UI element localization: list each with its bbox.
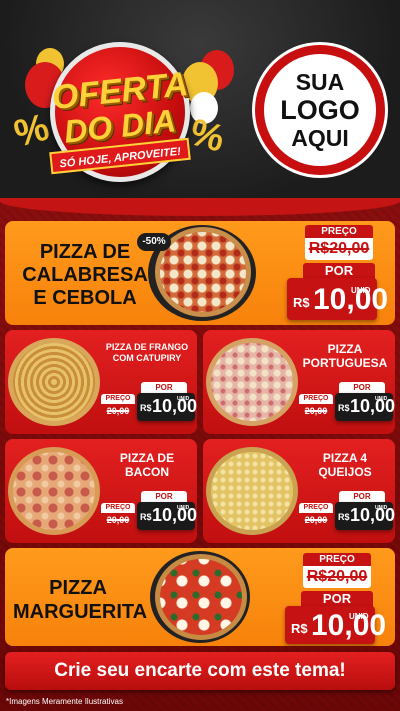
new-price: R$ 10,00 UNID bbox=[335, 502, 395, 530]
new-price: R$ 10,00 UNID bbox=[287, 278, 388, 320]
logo-text: LOGO bbox=[280, 95, 360, 125]
pizza-image bbox=[8, 338, 100, 426]
old-price: 20,00 bbox=[106, 515, 130, 525]
new-price: R$ 10,00 UNID bbox=[137, 502, 197, 530]
logo-text: AQUI bbox=[291, 125, 349, 151]
new-price: R$ 10,00 UNID bbox=[137, 393, 197, 421]
por-label: POR bbox=[339, 382, 385, 393]
product-name: PIZZA bbox=[49, 577, 107, 599]
product-card-frango[interactable]: PIZZA DE FRANGO COM CATUPIRY POR PREÇO 2… bbox=[5, 330, 197, 434]
logo-text: SUA bbox=[295, 69, 345, 95]
product-card-4-queijos[interactable]: PIZZA 4 QUEIJOS POR PREÇO 20,00 R$ 10,00… bbox=[203, 439, 395, 543]
product-name: BACON bbox=[125, 465, 169, 479]
cta-banner[interactable]: Crie seu encarte com este tema! bbox=[5, 652, 395, 690]
offer-badge: % % OFERTA DO DIA SÓ HOJE, APROVEITE! bbox=[10, 40, 234, 182]
product-name: CALABRESA bbox=[22, 264, 148, 286]
discount-badge: -50% bbox=[137, 233, 171, 251]
product-card-marguerita[interactable]: PIZZA MARGUERITA PREÇO R$20,00 POR R$ 10… bbox=[5, 548, 395, 646]
product-card-calabresa[interactable]: PIZZA DE CALABRESA E CEBOLA PREÇO R$20,0… bbox=[5, 221, 395, 325]
product-name: PIZZA DE bbox=[119, 451, 175, 465]
old-price: 20,00 bbox=[304, 406, 328, 416]
product-name: PIZZA 4 bbox=[322, 451, 368, 465]
preco-label: PREÇO bbox=[303, 553, 371, 566]
logo-placeholder: SUA LOGO AQUI bbox=[255, 45, 385, 175]
new-price: R$ 10,00 UNID bbox=[335, 393, 395, 421]
pizza-image bbox=[155, 554, 247, 640]
product-name: E CEBOLA bbox=[33, 287, 137, 309]
por-label: POR bbox=[301, 591, 373, 607]
product-name: QUEIJOS bbox=[318, 465, 372, 479]
por-label: POR bbox=[339, 491, 385, 502]
product-name: PIZZA DE FRANGO bbox=[105, 342, 189, 352]
old-price: R$20,00 bbox=[303, 566, 371, 588]
product-name: PORTUGUESA bbox=[302, 356, 388, 370]
por-label: POR bbox=[141, 491, 187, 502]
por-label: POR bbox=[141, 382, 187, 393]
pizza-image bbox=[8, 447, 100, 535]
product-card-portuguesa[interactable]: PIZZA PORTUGUESA POR PREÇO 20,00 R$ 10,0… bbox=[203, 330, 395, 434]
old-price: 20,00 bbox=[106, 406, 130, 416]
product-card-bacon[interactable]: PIZZA DE BACON POR PREÇO 20,00 R$ 10,00 … bbox=[5, 439, 197, 543]
footnote: *Imagens Meramente Ilustrativas bbox=[6, 697, 123, 706]
preco-label: PREÇO bbox=[101, 503, 135, 513]
product-name: COM CATUPIRY bbox=[112, 353, 182, 363]
por-label: POR bbox=[303, 263, 375, 279]
product-name: MARGUERITA bbox=[13, 601, 148, 623]
preco-label: PREÇO bbox=[305, 225, 373, 238]
old-price: R$20,00 bbox=[305, 238, 373, 260]
product-name: PIZZA bbox=[327, 342, 363, 356]
new-price: R$ 10,00 UNID bbox=[285, 606, 386, 644]
preco-label: PREÇO bbox=[299, 394, 333, 404]
product-name: PIZZA DE bbox=[39, 241, 131, 263]
old-price: 20,00 bbox=[304, 515, 328, 525]
pizza-image bbox=[206, 447, 298, 535]
pizza-image bbox=[206, 338, 298, 426]
preco-label: PREÇO bbox=[299, 503, 333, 513]
preco-label: PREÇO bbox=[101, 394, 135, 404]
